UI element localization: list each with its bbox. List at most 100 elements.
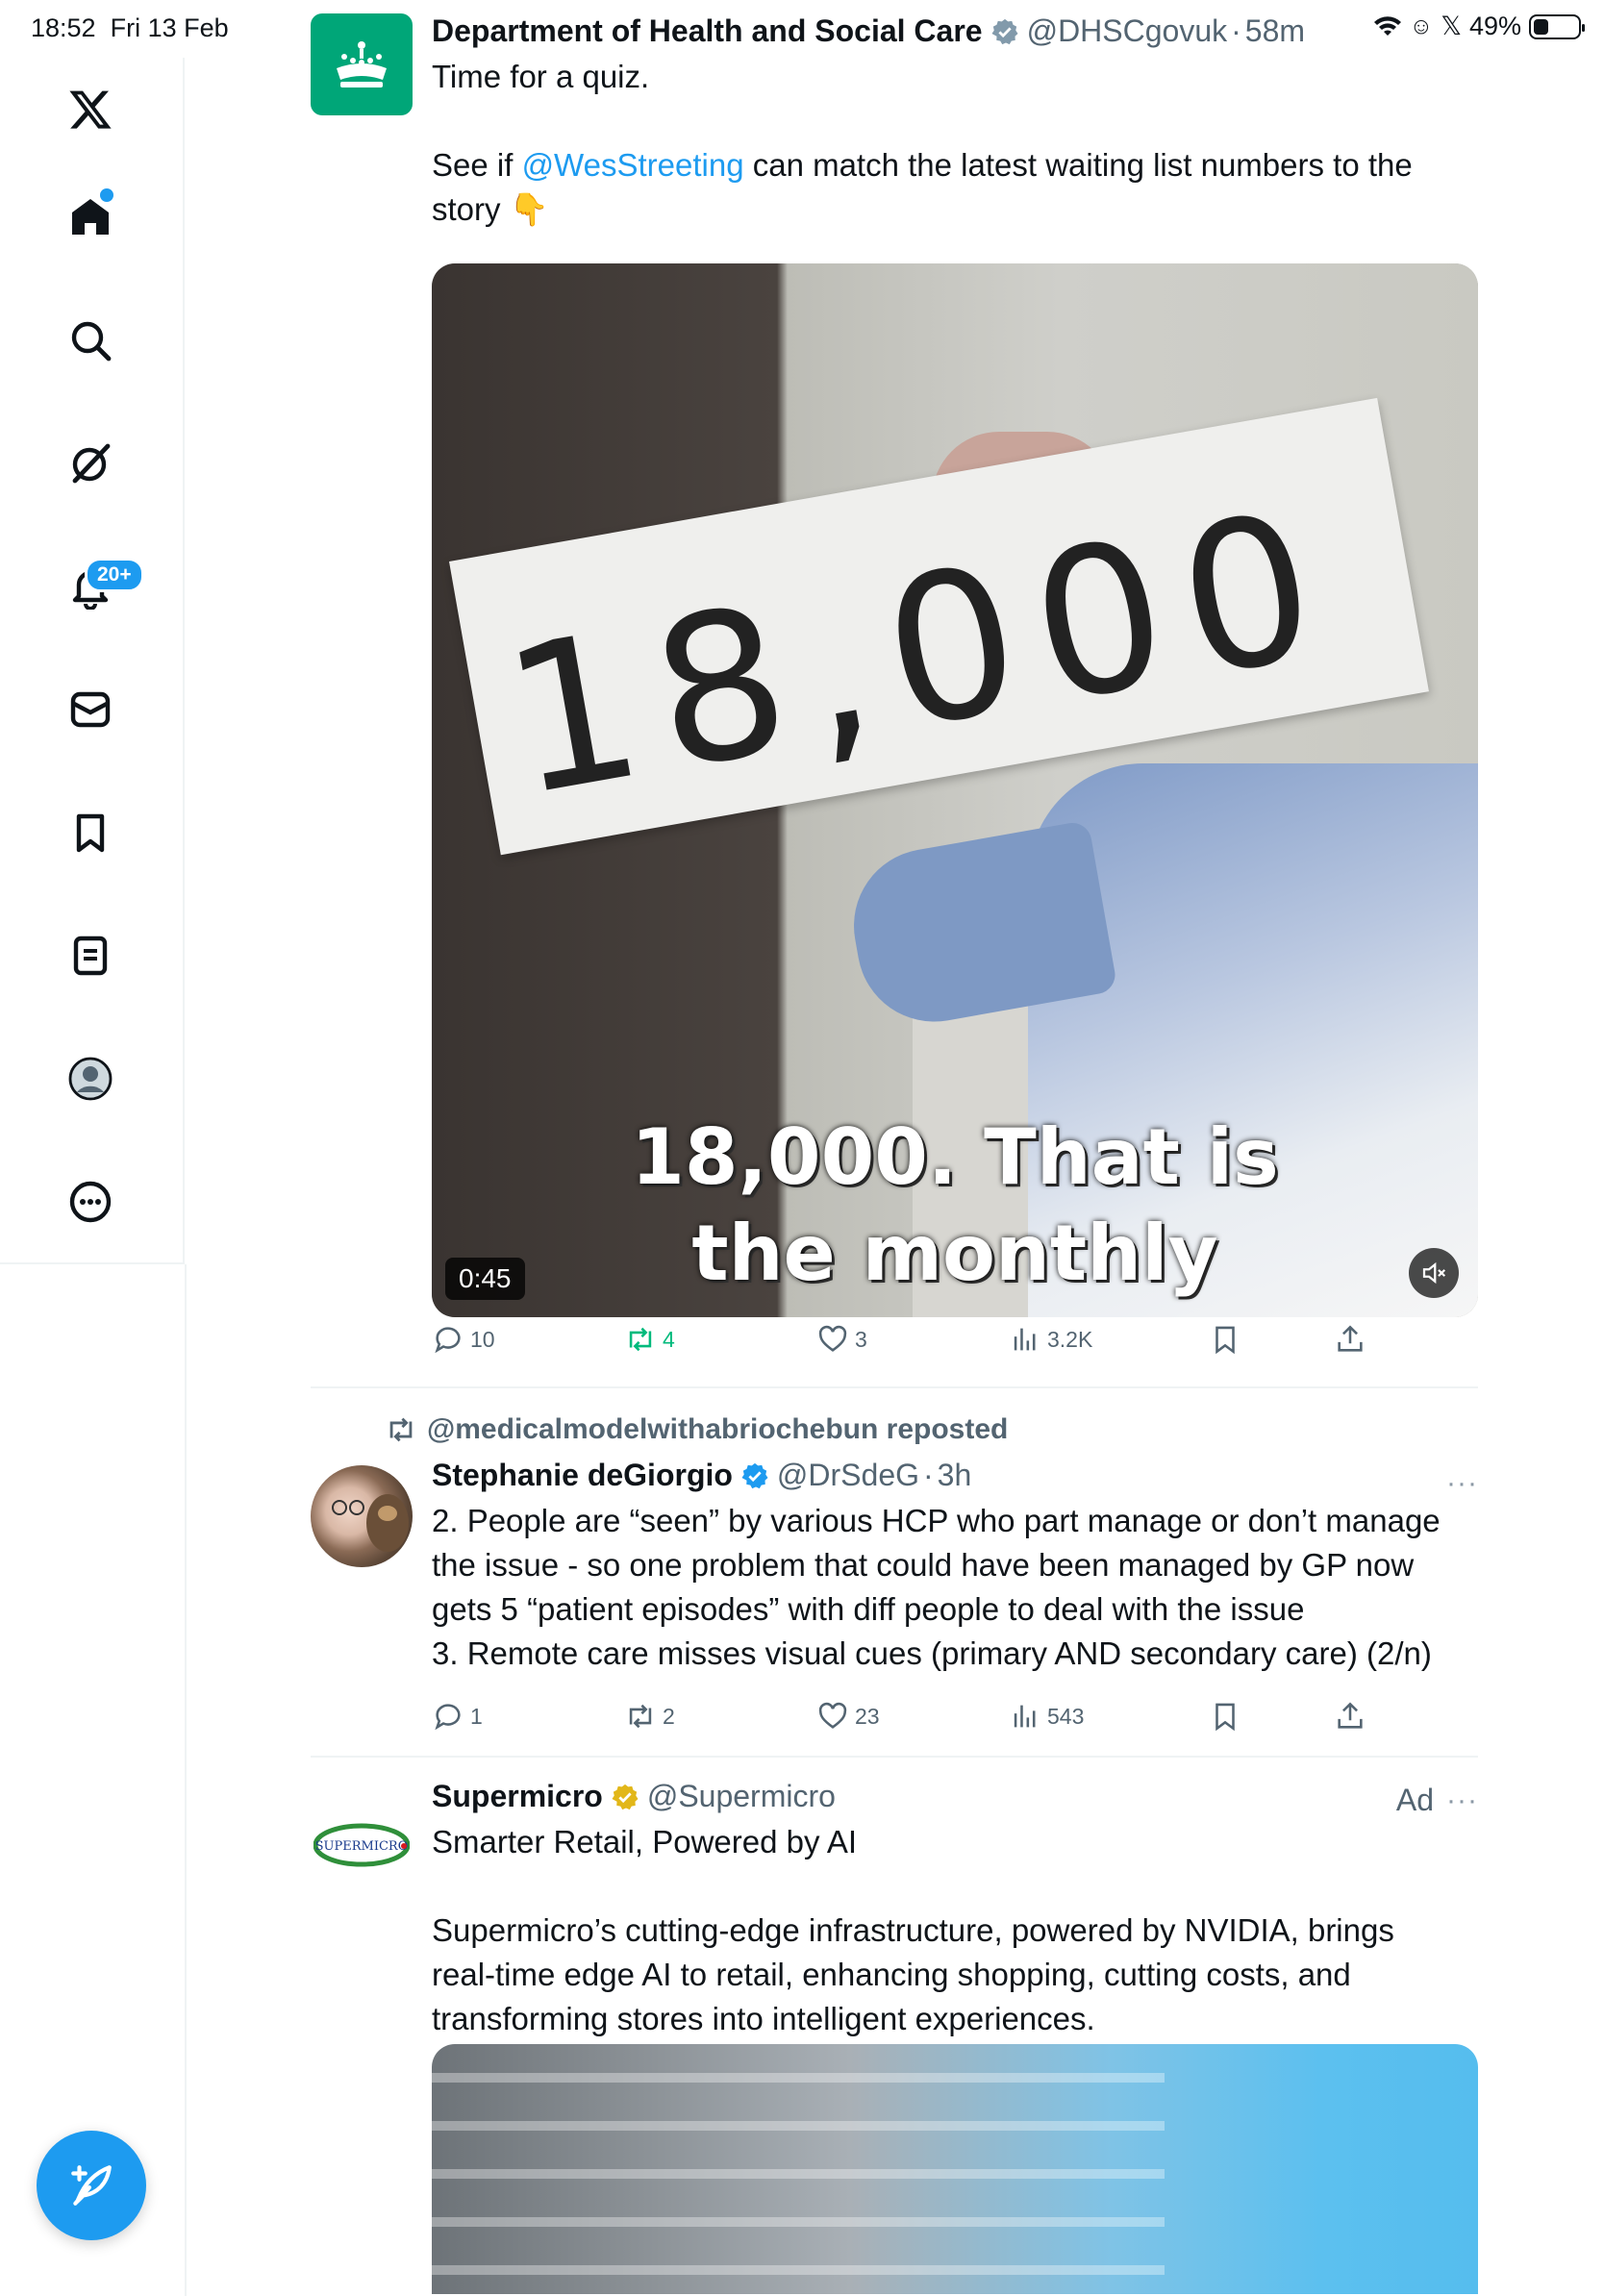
author-handle[interactable]: @Supermicro: [647, 1779, 836, 1814]
repost-button[interactable]: 4: [624, 1323, 675, 1356]
logo-text: SUPERMICRO: [315, 1839, 409, 1854]
share-icon: [1338, 1325, 1363, 1352]
notifications-badge: 20+: [85, 558, 144, 592]
bookmark-button[interactable]: [1209, 1700, 1241, 1733]
gov-verified-badge-icon: [991, 18, 1018, 44]
profile-avatar-icon[interactable]: [63, 1052, 117, 1106]
battery-icon: [1529, 13, 1585, 39]
grok-icon[interactable]: [63, 437, 117, 490]
tweet-divider: [311, 1756, 1478, 1758]
reply-button[interactable]: 10: [432, 1323, 495, 1356]
video-player[interactable]: 18,000 18,000. That is the monthly 0:45: [432, 263, 1478, 1317]
lists-icon[interactable]: [63, 929, 117, 983]
author-handle[interactable]: @DHSCgovuk: [1027, 13, 1228, 49]
bookmark-icon: [1216, 1326, 1235, 1355]
views-chart-icon: [1014, 1705, 1036, 1728]
tweet-line: See if @WesStreeting can match the lates…: [432, 143, 1478, 187]
more-menu-icon[interactable]: ···: [1446, 1467, 1478, 1500]
status-date: Fri 13 Feb: [110, 13, 229, 42]
home-unread-dot: [100, 188, 113, 202]
tweet-actions: 1 2 23 543: [432, 1700, 1478, 1738]
repost-count: 2: [663, 1703, 675, 1729]
caption-line: 18,000. That is: [631, 1112, 1279, 1202]
tweet-header: Supermicro @Supermicro: [432, 1779, 1478, 1814]
video-duration: 0:45: [445, 1258, 525, 1300]
ad-image[interactable]: [432, 2044, 1478, 2294]
tweet-line: the issue - so one problem that could ha…: [432, 1547, 1415, 1583]
x-logo-icon[interactable]: [63, 83, 117, 137]
repost-icon: [389, 1417, 413, 1442]
tweet-text: Smarter Retail, Powered by AI Supermicro…: [432, 1820, 1478, 2041]
tweet-line: Smarter Retail, Powered by AI: [432, 1824, 858, 1859]
post-time[interactable]: 3h: [938, 1458, 972, 1493]
supermicro-logo: SUPERMICRO: [313, 1823, 410, 1867]
repost-context[interactable]: @medicalmodelwithabriochebun reposted: [385, 1413, 1008, 1446]
repost-button[interactable]: 2: [624, 1700, 675, 1733]
sidebar-divider: [185, 1264, 187, 2296]
tweet-line-blank: [432, 1864, 1478, 1909]
heart-icon: [818, 1702, 847, 1729]
messages-icon[interactable]: [63, 683, 117, 736]
author-name[interactable]: Department of Health and Social Care: [432, 13, 983, 49]
stephanie-avatar[interactable]: [311, 1465, 413, 1567]
caption-line: the monthly: [691, 1209, 1218, 1298]
search-icon[interactable]: [63, 313, 117, 367]
author-name[interactable]: Supermicro: [432, 1779, 603, 1814]
status-time: 18:52 Fri 13 Feb: [31, 13, 229, 43]
bookmark-button[interactable]: [1209, 1323, 1241, 1356]
tweet-header: Stephanie deGiorgio @DrSdeG · 3h: [432, 1458, 1478, 1493]
reply-icon: [435, 1704, 461, 1731]
avatar-photo: [332, 1494, 409, 1552]
like-button[interactable]: 23: [816, 1700, 880, 1733]
views-button[interactable]: 3.2K: [1009, 1323, 1092, 1356]
reply-button[interactable]: 1: [432, 1700, 483, 1733]
views-chart-icon: [1014, 1328, 1036, 1351]
verified-badge-icon: [741, 1462, 768, 1488]
tweet-line: Supermicro’s cutting-edge infrastructure…: [432, 1912, 1394, 1948]
mute-button[interactable]: [1409, 1248, 1459, 1298]
tweet-line: 2. People are “seen” by various HCP who …: [432, 1503, 1441, 1538]
reposted-by-text: @medicalmodelwithabriochebun reposted: [427, 1413, 1009, 1445]
tweet-line: 3. Remote care misses visual cues (prima…: [432, 1635, 1432, 1671]
heart-icon: [818, 1325, 847, 1352]
text-span: See if: [432, 147, 522, 183]
reply-count: 1: [470, 1703, 483, 1729]
video-caption: 18,000. That is the monthly: [432, 1110, 1478, 1302]
repost-count: 4: [663, 1326, 675, 1352]
supermicro-avatar[interactable]: SUPERMICRO: [311, 1794, 413, 1896]
ad-label: Ad: [1395, 1783, 1434, 1817]
tweet-line: Time for a quiz.: [432, 59, 650, 94]
separator-dot: ·: [923, 1458, 934, 1492]
view-count: 3.2K: [1047, 1326, 1093, 1352]
speaker-muted-icon: [1422, 1261, 1446, 1285]
tweet-actions: 10 4 3 3.2K: [432, 1323, 1478, 1361]
author-name[interactable]: Stephanie deGiorgio: [432, 1458, 733, 1493]
compose-post-button[interactable]: [37, 2131, 146, 2240]
view-count: 543: [1047, 1703, 1085, 1729]
reply-icon: [435, 1327, 461, 1354]
share-icon: [1338, 1702, 1363, 1729]
more-menu-icon[interactable]: ···: [1446, 1784, 1478, 1817]
dhsc-avatar[interactable]: [311, 13, 413, 115]
mention-link[interactable]: @WesStreeting: [522, 147, 744, 183]
share-button[interactable]: [1334, 1700, 1366, 1733]
tweet-line: gets 5 “patient episodes” with diff peop…: [432, 1591, 1305, 1627]
crown-icon: [337, 41, 387, 87]
bookmarks-icon[interactable]: [63, 806, 117, 860]
repost-icon: [629, 1704, 652, 1729]
separator-dot: ·: [1231, 13, 1241, 48]
clock: 18:52: [31, 13, 96, 42]
reply-count: 10: [470, 1326, 495, 1352]
like-button[interactable]: 3: [816, 1323, 867, 1356]
share-button[interactable]: [1334, 1323, 1366, 1356]
tweet-header: Department of Health and Social Care @DH…: [432, 13, 1478, 49]
views-button[interactable]: 543: [1009, 1700, 1084, 1733]
tweet-line: story 👇: [432, 191, 549, 227]
tweet-text: Time for a quiz. See if @WesStreeting ca…: [432, 55, 1478, 232]
author-handle[interactable]: @DrSdeG: [777, 1458, 919, 1493]
tweet-text: 2. People are “seen” by various HCP who …: [432, 1499, 1478, 1676]
more-options-icon[interactable]: [63, 1175, 117, 1229]
bookmark-icon: [1216, 1703, 1235, 1732]
tweet-line: real-time edge AI to retail, enhancing s…: [432, 1957, 1351, 1992]
post-time[interactable]: 58m: [1245, 13, 1305, 49]
